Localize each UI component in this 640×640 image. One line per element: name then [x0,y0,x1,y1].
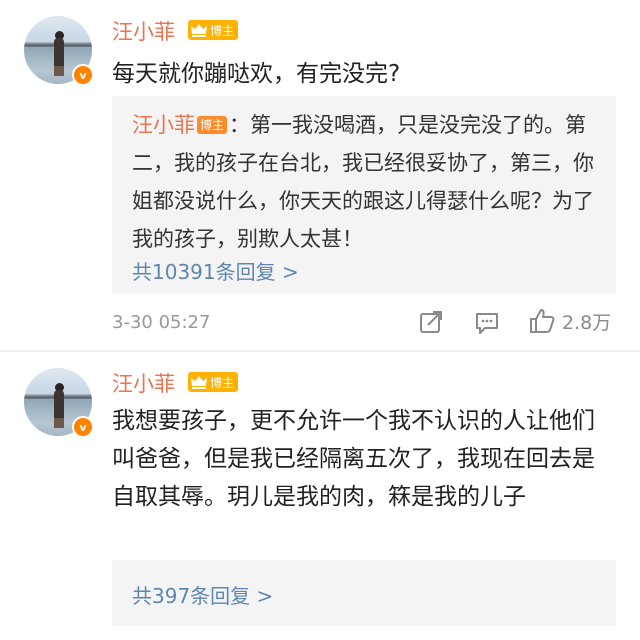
replies-link[interactable]: 共10391条回复 > [132,256,299,285]
verified-icon: v [72,416,94,438]
quoted-comment[interactable]: 汪小菲 博主 ：第一我没喝酒，只是没完没了的。第二，我的孩子在台北，我已经很妥协了，… [112,96,616,294]
avatar[interactable]: v [24,16,94,86]
crown-icon [191,24,207,37]
share-icon [420,311,442,333]
verified-icon: v [72,64,94,86]
comment-text: 我想要孩子，更不允许一个我不认识的人让他们叫爸爸，但是我已经隔离五次了，我现在回… [112,408,595,510]
like-icon [530,309,555,333]
author-name[interactable]: 汪小菲 [112,368,175,398]
badge-label: 博主 [210,375,235,390]
comment-item: v 汪小菲 博主 我想要孩子，更不允许一个我不认识的人让他们叫爸爸，但是我已经隔… [0,352,640,640]
comment-icon [476,313,498,334]
like-button[interactable]: 2.8万 [528,307,611,335]
avatar[interactable]: v [24,368,94,438]
comment-button[interactable] [474,310,500,336]
comment-item: v 汪小菲 博主 每天就你蹦哒欢，有完没完? 汪小菲 博主 ：第一我没喝酒，只是没完… [0,0,640,352]
blogger-badge: 博主 [188,20,239,40]
quote-author[interactable]: 汪小菲 [132,113,195,137]
share-button[interactable] [418,309,444,335]
replies-box[interactable]: 共397条回复 > [112,560,616,626]
quote-text: 汪小菲 博主 ：第一我没喝酒，只是没完没了的。第二，我的孩子在台北，我已经很妥协了，… [132,106,602,258]
blogger-badge: 博主 [188,372,239,392]
badge-label: 博主 [210,23,235,38]
quote-badge: 博主 [197,116,228,134]
timestamp: 3-30 05:27 [112,312,211,333]
replies-link[interactable]: 共397条回复 > [132,580,273,609]
comment-text: 每天就你蹦哒欢，有完没完? [112,61,401,87]
like-count: 2.8万 [562,311,612,334]
crown-icon [191,376,207,389]
author-name[interactable]: 汪小菲 [112,16,175,46]
